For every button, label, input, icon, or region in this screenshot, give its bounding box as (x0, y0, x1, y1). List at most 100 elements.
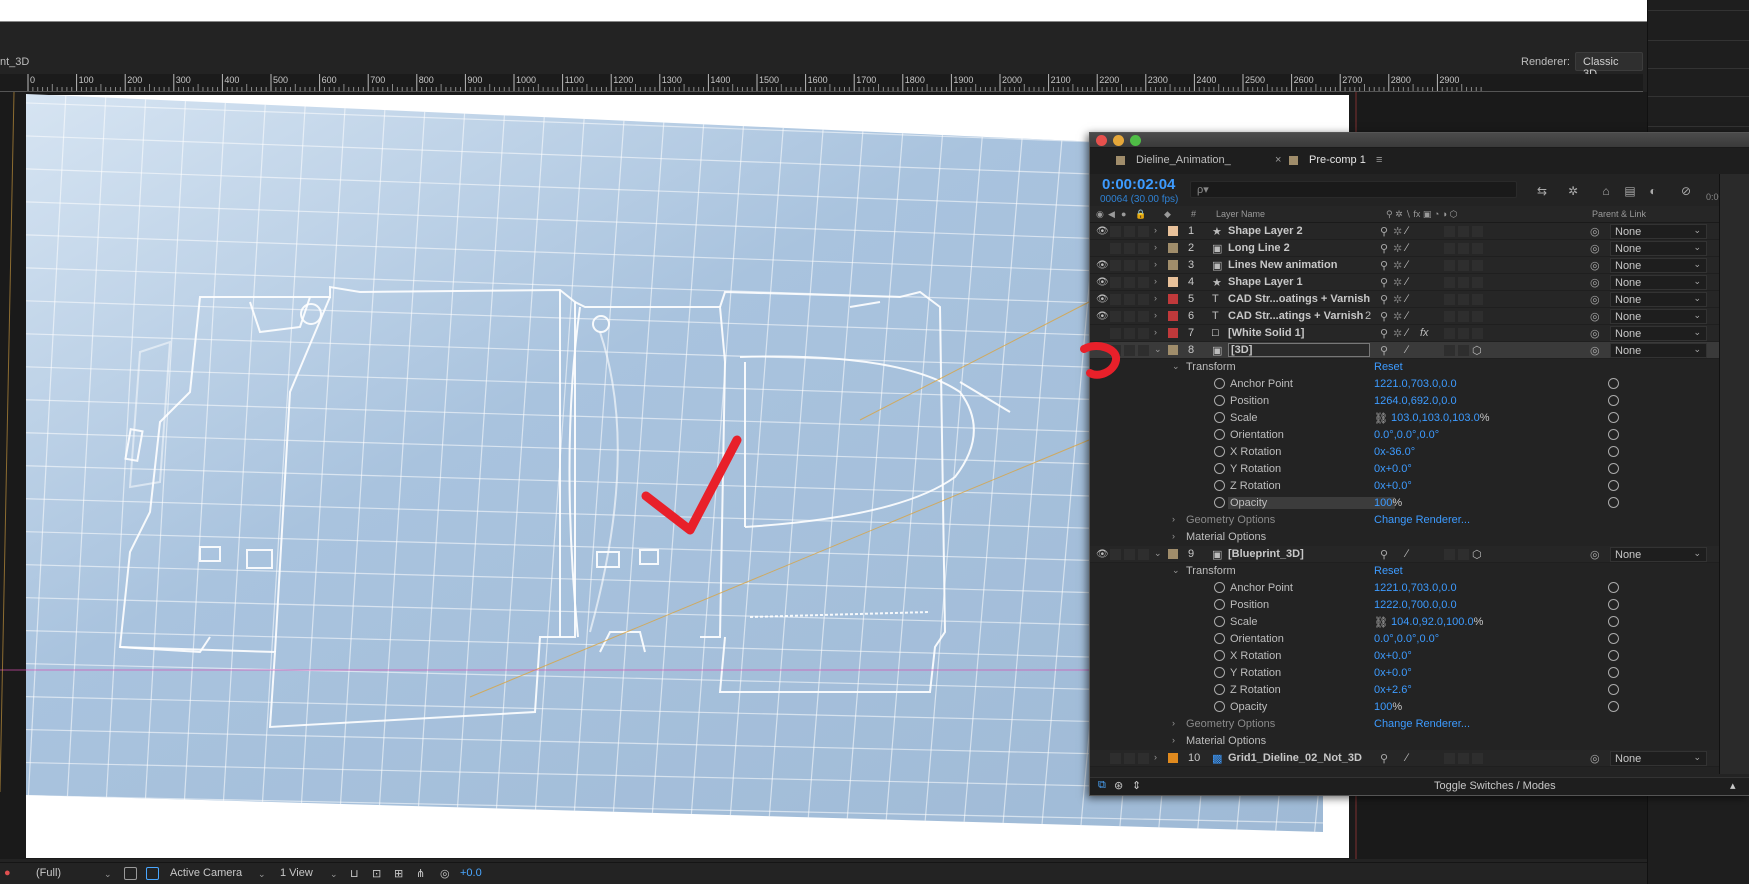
property-value[interactable]: 100% (1374, 701, 1402, 713)
lock-toggle[interactable] (1138, 328, 1149, 339)
layer-row[interactable]: 👁 › 1 ★ Shape Layer 2 ⚲ ✲ ∕ ◎ None ⌄ (1090, 223, 1749, 240)
layer-name[interactable]: Shape Layer 1 (1228, 276, 1303, 288)
property-value[interactable]: 0x+2.6° (1374, 684, 1412, 696)
timeline-icon[interactable]: ⊞ (394, 867, 403, 880)
resolution-dropdown[interactable]: (Full) (36, 867, 61, 879)
solo-toggle[interactable] (1124, 243, 1135, 254)
layer-name[interactable]: [3D] (1228, 343, 1370, 357)
property-row[interactable]: Position 1264.0,692.0,0.0 (1090, 393, 1749, 410)
zoom-triangle-icon[interactable]: ▴ (1730, 779, 1736, 792)
chevron-right-icon[interactable]: › (1154, 293, 1157, 303)
quality-switch-icon[interactable]: ∕ (1406, 327, 1408, 339)
parent-dropdown[interactable]: None ⌄ (1610, 751, 1707, 766)
pickwhip-icon[interactable]: ◎ (1590, 310, 1600, 323)
solo-toggle[interactable] (1124, 277, 1135, 288)
stopwatch-icon[interactable] (1214, 582, 1225, 593)
property-row[interactable]: Z Rotation 0x+0.0° (1090, 478, 1749, 495)
expression-pickwhip-icon[interactable] (1608, 633, 1619, 644)
layer-name[interactable]: [White Solid 1] (1228, 327, 1304, 339)
parent-dropdown[interactable]: None ⌄ (1610, 275, 1707, 290)
transparency-grid-icon[interactable] (146, 867, 159, 880)
property-value[interactable]: 0x+0.0° (1374, 667, 1412, 679)
property-value[interactable]: 0x+0.0° (1374, 480, 1412, 492)
audio-toggle[interactable] (1110, 549, 1121, 560)
view-layout-dropdown[interactable]: 1 View (280, 867, 313, 879)
anchor-switch-icon[interactable]: ⚲ (1380, 548, 1388, 561)
anchor-switch-icon[interactable]: ⚲ (1380, 310, 1388, 323)
lock-toggle[interactable] (1138, 311, 1149, 322)
audio-toggle[interactable] (1110, 328, 1121, 339)
parent-dropdown[interactable]: None ⌄ (1610, 309, 1707, 324)
property-row[interactable]: Opacity 100% (1090, 495, 1749, 512)
in-out-icon[interactable]: ⇕ (1132, 779, 1141, 792)
motion-blur-toggle[interactable] (1458, 243, 1469, 254)
quality-switch-icon[interactable]: ∕ (1406, 276, 1408, 288)
tab-menu-icon[interactable]: ≡ (1376, 154, 1382, 166)
parent-dropdown[interactable]: None ⌄ (1610, 224, 1707, 239)
frame-blend-toggle[interactable] (1444, 243, 1455, 254)
expression-pickwhip-icon[interactable] (1608, 599, 1619, 610)
solo-toggle[interactable] (1124, 753, 1135, 764)
stopwatch-icon[interactable] (1214, 684, 1225, 695)
maximize-window-icon[interactable] (1130, 135, 1141, 146)
label-color-swatch[interactable] (1168, 226, 1178, 236)
collapse-switch-icon[interactable]: ✲ (1393, 276, 1402, 289)
anchor-switch-icon[interactable]: ⚲ (1380, 276, 1388, 289)
stopwatch-icon[interactable] (1214, 480, 1225, 491)
stopwatch-icon[interactable] (1214, 463, 1225, 474)
layer-row[interactable]: 👁 › 3 ▣ Lines New animation ⚲ ✲ ∕ ◎ None ⌄ (1090, 257, 1749, 274)
frame-blend-toggle[interactable] (1444, 294, 1455, 305)
label-column-icon[interactable]: ◆ (1164, 209, 1171, 220)
property-row[interactable]: Orientation 0.0°,0.0°,0.0° (1090, 631, 1749, 648)
eye-column-icon[interactable]: ◉ (1096, 209, 1104, 220)
tab-dieline-animation[interactable]: Dieline_Animation_ (1136, 154, 1231, 166)
parent-dropdown[interactable]: None ⌄ (1610, 343, 1707, 358)
stopwatch-icon[interactable] (1214, 667, 1225, 678)
material-options-row[interactable]: › Material Options (1090, 733, 1749, 750)
chevron-right-icon[interactable]: › (1154, 752, 1157, 762)
label-color-swatch[interactable] (1168, 549, 1178, 559)
anchor-switch-icon[interactable]: ⚲ (1380, 225, 1388, 238)
property-value[interactable]: 103.0,103.0,103.0% (1391, 412, 1489, 424)
layer-row[interactable]: › 10 ▩ Grid1_Dieline_02_Not_3D ⚲ ∕ ◎ None ⌄ (1090, 750, 1749, 767)
parent-dropdown[interactable]: None ⌄ (1610, 326, 1707, 341)
property-row[interactable]: Y Rotation 0x+0.0° (1090, 665, 1749, 682)
property-row[interactable]: Anchor Point 1221.0,703.0,0.0 (1090, 580, 1749, 597)
property-value[interactable]: 1221.0,703.0,0.0 (1374, 378, 1457, 390)
reset-link[interactable]: Reset (1374, 565, 1403, 577)
transform-group-row[interactable]: ⌄ Transform Reset (1090, 563, 1749, 580)
flowchart-icon[interactable]: ⋔ (416, 867, 425, 880)
property-value[interactable]: 1222.0,700.0,0.0 (1374, 599, 1457, 611)
renderer-dropdown[interactable]: Classic 3D (1575, 52, 1643, 80)
property-value[interactable]: 1264.0,692.0,0.0 (1374, 395, 1457, 407)
chevron-right-icon[interactable]: › (1172, 718, 1175, 728)
property-row[interactable]: Scale ⛓ 103.0,103.0,103.0% (1090, 410, 1749, 427)
anchor-switch-icon[interactable]: ⚲ (1380, 344, 1388, 357)
geometry-options-row[interactable]: › Geometry Options Change Renderer... (1090, 512, 1749, 529)
transform-group-row[interactable]: ⌄ Transform Reset (1090, 359, 1749, 376)
expression-pickwhip-icon[interactable] (1608, 701, 1619, 712)
lock-toggle[interactable] (1138, 345, 1149, 356)
collapse-switch-icon[interactable]: ✲ (1393, 259, 1402, 272)
color-wheel-icon[interactable]: ● (4, 867, 11, 879)
motion-blur-toggle[interactable] (1458, 549, 1469, 560)
layer-search-input[interactable]: ρ▾ (1190, 181, 1517, 198)
graph-editor-icon[interactable]: ⊘ (1678, 184, 1694, 198)
label-color-swatch[interactable] (1168, 328, 1178, 338)
expression-pickwhip-icon[interactable] (1608, 378, 1619, 389)
toggle-pixel-aspect-icon[interactable]: ⊔ (350, 867, 359, 880)
property-value[interactable]: 104.0,92.0,100.0% (1391, 616, 1483, 628)
anchor-switch-icon[interactable]: ⚲ (1380, 242, 1388, 255)
expression-pickwhip-icon[interactable] (1608, 446, 1619, 457)
collapse-switch-icon[interactable]: ✲ (1393, 310, 1402, 323)
anchor-switch-icon[interactable]: ⚲ (1380, 259, 1388, 272)
motion-blur-toggle[interactable] (1458, 294, 1469, 305)
property-row[interactable]: Scale ⛓ 104.0,92.0,100.0% (1090, 614, 1749, 631)
change-renderer-link[interactable]: Change Renderer... (1374, 718, 1470, 730)
region-of-interest-icon[interactable] (124, 867, 137, 880)
motion-blur-toggle[interactable] (1458, 226, 1469, 237)
expression-pickwhip-icon[interactable] (1608, 412, 1619, 423)
chevron-down-icon[interactable]: ⌄ (1172, 565, 1180, 576)
3d-layer-toggle[interactable] (1472, 226, 1483, 237)
property-value[interactable]: 0x-36.0° (1374, 446, 1415, 458)
